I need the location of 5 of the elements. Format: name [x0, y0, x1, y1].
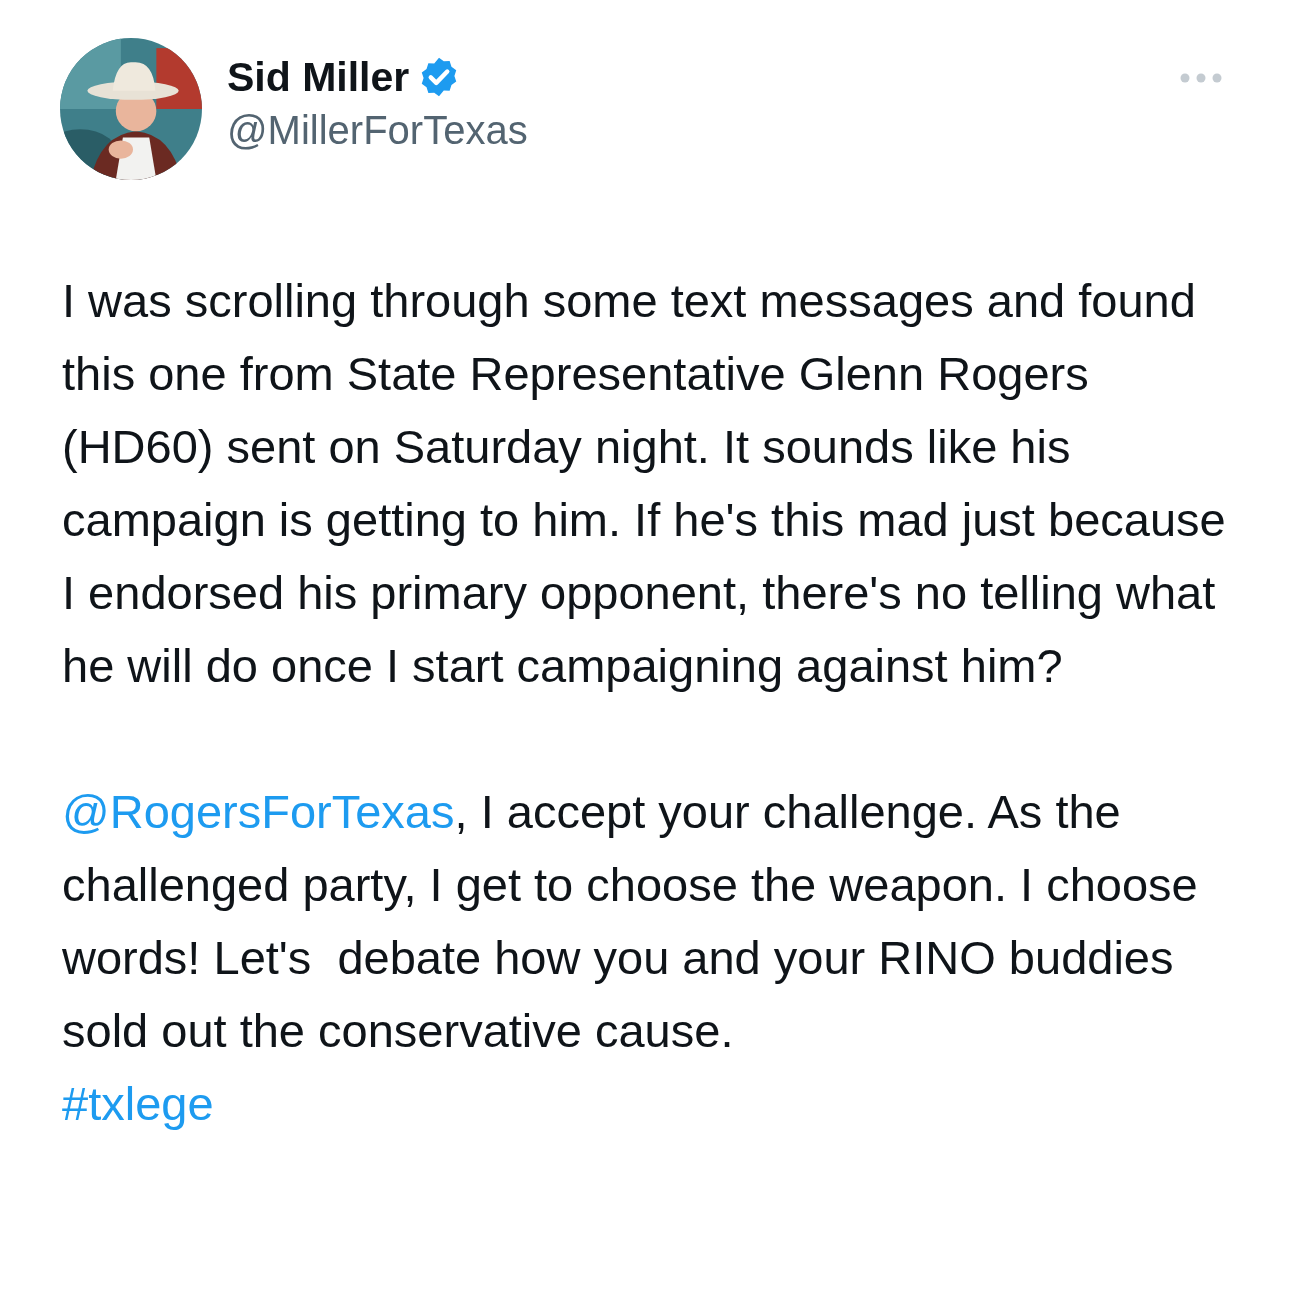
- more-icon[interactable]: [1180, 72, 1222, 84]
- tweet-text: I was scrolling through some text messages and found this one from State Representative Glenn Rogers (HD60) sent on Saturday night. It sounds like his campaign is getting to him. If he's this mad just because I endorsed his primary opponent, there's no telling what he will do once I start campaigning against him?: [62, 273, 1227, 694]
- author-name[interactable]: Sid Miller: [227, 52, 410, 102]
- tweet-text: @RogersForTexas, I accept your challenge. As the challenged party, I get to choose the weapon. I choose words! Let's debate how you and your RINO buddies sold out the conservative cause.: [62, 784, 1199, 1059]
- author-handle[interactable]: @MillerForTexas: [227, 102, 528, 158]
